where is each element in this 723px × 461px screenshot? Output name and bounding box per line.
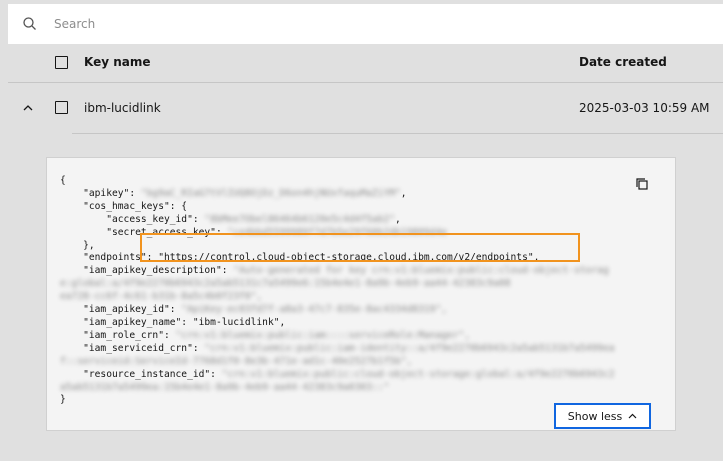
json-access-key-value: "8bMee7Obel86464b6120e5c4d4f5ab2": [204, 213, 396, 225]
json-apikey-id-label: "iam_apikey_id":: [83, 304, 182, 316]
json-sid-value-1: "crn:v1:bluemix:public:iam-identity::a/4…: [204, 342, 615, 354]
json-close-brace: }: [60, 394, 66, 406]
json-role-label: "iam_role_crn":: [83, 329, 176, 341]
json-access-key-label: "access_key_id":: [106, 213, 205, 225]
search-bar: [8, 4, 723, 44]
chevron-up-icon: [628, 413, 637, 419]
table-row[interactable]: ibm-lucidlink 2025-03-03 10:59 AM: [8, 83, 723, 134]
json-apikey-value: "bg9aC_RIaG7tVlIUQ8OjDz_D6on4hjNUxfaquMa…: [140, 187, 401, 199]
json-rid-label: "resource_instance_id":: [83, 368, 222, 380]
json-apikey-name-line: "iam_apikey_name": "ibm-lucidlink",: [83, 316, 286, 328]
search-icon: [23, 17, 36, 30]
json-role-value: "crn:v1:bluemix:public:iam::::serviceRol…: [175, 329, 471, 341]
json-rid-value-1: "crn:v1:bluemix:public:cloud-object-stor…: [221, 368, 615, 380]
date-created-cell: 2025-03-03 10:59 AM: [579, 101, 710, 115]
json-cos-label: "cos_hmac_keys": {: [83, 200, 188, 212]
json-sid-value-2: f::serviceid:ServiceId-7768d1f0-8e3b-471…: [60, 355, 413, 367]
json-close-inner: },: [83, 239, 95, 251]
json-desc-value-2: e:global:a/4f9e2270b6943c2a5ab5131c7a549…: [60, 278, 511, 290]
json-content: { "apikey": "bg9aC_RIaG7tVlIUQ8OjDz_D6on…: [60, 175, 615, 406]
copy-icon[interactable]: [635, 177, 649, 191]
select-all-checkbox[interactable]: [55, 56, 68, 69]
column-header-date-created[interactable]: Date created: [579, 55, 667, 69]
json-code-block: { "apikey": "bg9aC_RIaG7tVlIUQ8OjDz_D6on…: [46, 157, 676, 431]
row-select-checkbox[interactable]: [55, 101, 68, 114]
json-endpoints-line: "endpoints": "https://control.cloud-obje…: [83, 252, 540, 264]
json-rid-value-2: a5ab5131b7a5499ea:15b4e4e1-8a9b-4eb9-aa4…: [60, 381, 390, 393]
json-open-brace: {: [60, 175, 66, 186]
json-desc-value-3: ea728-cc6f-4c61-b31b-8a5c4b0f23f0",: [60, 291, 263, 303]
json-sid-label: "iam_serviceid_crn":: [83, 342, 205, 354]
chevron-up-icon[interactable]: [22, 103, 34, 113]
show-less-label: Show less: [567, 409, 623, 423]
column-header-key-name[interactable]: Key name: [84, 55, 151, 69]
table-header: Key name Date created: [8, 44, 723, 82]
json-secret-key-value: "ce4bbd5599989f7d7b5e29f60b2db19809d4e: [227, 226, 448, 238]
search-input[interactable]: [54, 14, 654, 34]
show-less-button[interactable]: Show less: [554, 403, 651, 429]
json-apikey-id-value: "ApiKey-ec03fd7f-a8a3-47c7-835e-8ac4334d…: [181, 304, 448, 316]
json-desc-value-1: "Auto-generated for key crn:v1:bluemix:p…: [233, 265, 609, 277]
json-desc-label: "iam_apikey_description":: [83, 265, 234, 277]
json-apikey-label: "apikey":: [83, 187, 141, 199]
key-name-cell: ibm-lucidlink: [84, 101, 161, 115]
json-secret-key-label: "secret_access_key":: [106, 226, 228, 238]
